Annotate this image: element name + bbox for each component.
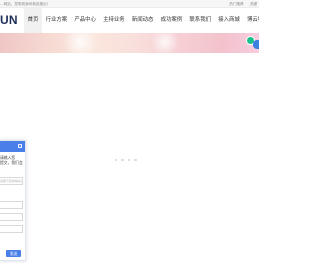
- banner-glow: [150, 33, 180, 53]
- chat-header: [0, 141, 25, 152]
- nav-item-solutions[interactable]: 行业方案: [42, 8, 71, 33]
- nav-item-business[interactable]: 主持业务: [100, 8, 129, 33]
- chat-contact-input[interactable]: 请留下您的联系方式: [0, 177, 23, 185]
- nav-item-mall[interactable]: 接入商城: [215, 8, 244, 33]
- chat-message: 请输入您 提交，我们会: [0, 155, 23, 165]
- top-utility-bar: …网站，您带到我司新品推出！ 热门推荐 关键: [0, 0, 259, 8]
- top-notice: …网站，您带到我司新品推出！: [0, 2, 51, 6]
- nav-item-iot-platform[interactable]: 博云物联平台: [243, 8, 259, 33]
- top-link-key[interactable]: 关键: [250, 2, 257, 6]
- nav-item-news[interactable]: 新闻动态: [128, 8, 157, 33]
- top-links: 热门推荐 关键: [224, 0, 257, 8]
- nav-item-home[interactable]: 首页: [24, 8, 42, 33]
- site-logo[interactable]: UN: [0, 14, 18, 27]
- carousel-dots: [115, 159, 137, 162]
- chat-input[interactable]: [0, 213, 23, 221]
- site-header: UN 首页 行业方案 产品中心 主持业务 新闻动态 成功案例 联系我们 接入商城…: [0, 8, 259, 33]
- chat-widget: 请输入您 提交，我们会 请留下您的联系方式 发送: [0, 140, 26, 261]
- carousel-dot[interactable]: [134, 159, 137, 162]
- nav-item-contact[interactable]: 联系我们: [186, 8, 215, 33]
- carousel-dot[interactable]: [115, 159, 118, 162]
- nav-item-products[interactable]: 产品中心: [71, 8, 100, 33]
- float-side-tab[interactable]: [253, 40, 259, 49]
- carousel-dot[interactable]: [127, 159, 131, 162]
- main-nav: 首页 行业方案 产品中心 主持业务 新闻动态 成功案例 联系我们 接入商城 博云…: [24, 8, 259, 33]
- carousel-dot[interactable]: [121, 159, 124, 162]
- page: …网站，您带到我司新品推出！ 热门推荐 关键 UN 首页 行业方案 产品中心 主…: [0, 0, 259, 263]
- chat-input[interactable]: [0, 225, 23, 233]
- nav-item-cases[interactable]: 成功案例: [157, 8, 186, 33]
- banner-glow: [60, 33, 100, 53]
- top-link-hot[interactable]: 热门推荐: [229, 2, 243, 6]
- chat-send-button[interactable]: 发送: [6, 250, 21, 257]
- minimize-icon[interactable]: [18, 144, 22, 148]
- hero-banner[interactable]: [0, 33, 259, 53]
- chat-input[interactable]: [0, 201, 23, 209]
